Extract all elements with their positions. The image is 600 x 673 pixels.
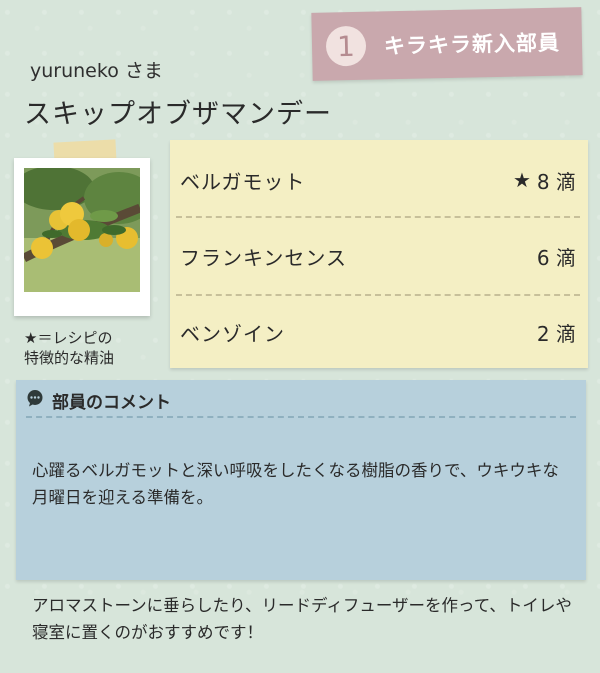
recipe-item: フランキンセンス 6 滴 [180,218,576,294]
recipe-card: ベルガモット ★ 8 滴 フランキンセンス 6 滴 ベンゾイン 2 滴 [170,140,588,368]
oil-name: ベルガモット [180,169,306,194]
legend-caption: ★＝レシピの 特徴的な精油 [24,328,154,368]
oil-name: ベンゾイン [180,321,285,346]
oil-name: フランキンセンス [180,245,347,270]
comment-paragraph-1: 心躍るベルガモットと深い呼吸をしたくなる樹脂の香りで、ウキウキな月曜日を迎える準… [32,461,559,507]
oil-amount: 6 滴 [536,245,576,270]
comment-paragraph-2: アロマストーンに垂らしたり、リードディフューザーを作って、トイレや寝室に置くのが… [32,596,572,642]
comment-divider [26,416,576,418]
user-name: yuruneko さま [30,60,163,82]
comment-body: 心躍るベルガモットと深い呼吸をしたくなる樹脂の香りで、ウキウキな月曜日を迎える準… [32,430,572,673]
recipe-item: ベンゾイン 2 滴 [180,294,576,370]
oil-drops: ★ 8 滴 [513,166,576,195]
badge-label: キラキラ新入部員 [383,30,561,59]
badge-number: 1 [325,25,367,67]
recipe-item: ベルガモット ★ 8 滴 [180,142,576,218]
photo-frame [14,158,150,316]
oil-amount: 2 滴 [536,321,576,346]
oil-drops: 2 滴 [537,318,576,347]
oil-amount: 8 滴 [536,169,576,194]
oil-drops: 6 滴 [537,242,576,271]
chat-bubble-icon [26,389,44,412]
comment-heading: 部員のコメント [52,393,171,413]
legend-line-2: 特徴的な精油 [24,349,115,367]
member-badge: 1 キラキラ新入部員 [311,7,583,81]
star-icon: ★ [512,168,531,192]
comment-header: 部員のコメント [26,388,171,413]
legend-line-1: ★＝レシピの [24,329,113,347]
bergamot-photo [24,168,140,292]
blend-title: スキップオブザマンデー [24,99,332,130]
comment-card: 部員のコメント 心躍るベルガモットと深い呼吸をしたくなる樹脂の香りで、ウキウキな… [16,380,586,642]
